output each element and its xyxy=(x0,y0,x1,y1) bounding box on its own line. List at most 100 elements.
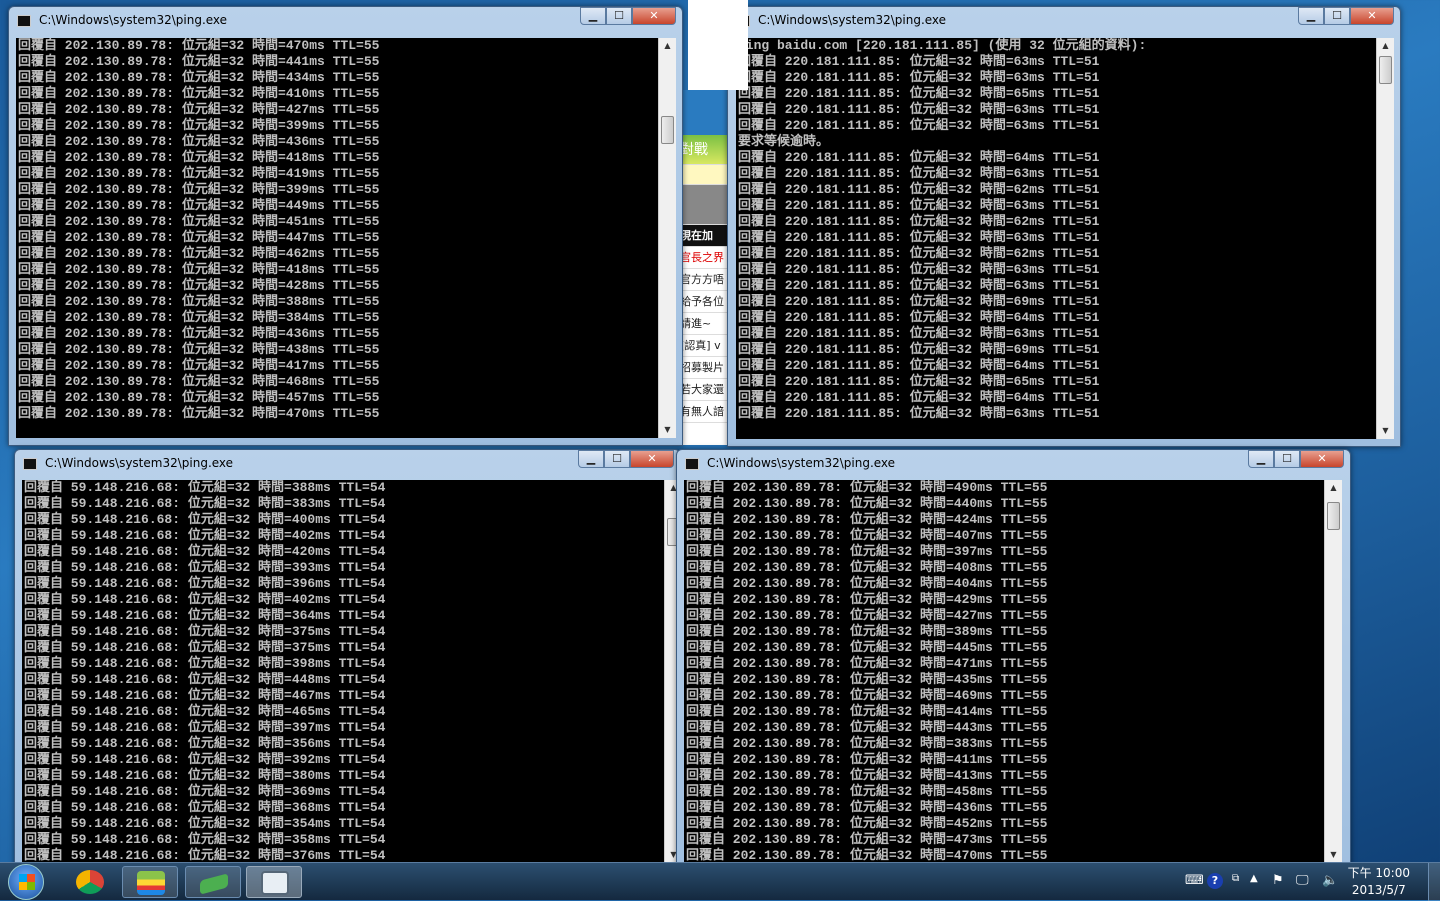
maximize-button[interactable]: ☐ xyxy=(1274,450,1300,468)
console-line: 回覆自 202.130.89.78: 位元組=32 時間=418ms TTL=5… xyxy=(18,150,380,165)
minimize-button[interactable]: ▁ xyxy=(1248,450,1274,468)
webpage-link[interactable]: 請進~ xyxy=(680,313,728,335)
console-line: 回覆自 59.148.216.68: 位元組=32 時間=364ms TTL=5… xyxy=(24,608,386,623)
console-line: 回覆自 59.148.216.68: 位元組=32 時間=402ms TTL=5… xyxy=(24,528,386,543)
console-line: 回覆自 220.181.111.85: 位元組=32 時間=63ms TTL=5… xyxy=(738,118,1100,133)
minimize-button[interactable]: ▁ xyxy=(580,7,606,25)
webpage-link[interactable]: 官長之界 xyxy=(680,247,728,269)
network-card-icon xyxy=(200,873,228,895)
console-line: 回覆自 59.148.216.68: 位元組=32 時間=369ms TTL=5… xyxy=(24,784,386,799)
console-line: 回覆自 220.181.111.85: 位元組=32 時間=63ms TTL=5… xyxy=(738,54,1100,69)
console-line: 回覆自 59.148.216.68: 位元組=32 時間=375ms TTL=5… xyxy=(24,624,386,639)
webpage-link[interactable]: 官方方唔 xyxy=(680,269,728,291)
bluestacks-icon xyxy=(137,871,165,895)
minimize-button[interactable]: ▁ xyxy=(578,450,604,468)
console-line: 回覆自 202.130.89.78: 位元組=32 時間=388ms TTL=5… xyxy=(18,294,380,309)
console-line: 回覆自 220.181.111.85: 位元組=32 時間=62ms TTL=5… xyxy=(738,246,1100,261)
taskbar-network-adapter[interactable] xyxy=(185,866,241,898)
scroll-down-arrow-icon[interactable]: ▼ xyxy=(1377,423,1394,439)
console-output[interactable]: 回覆自 202.130.89.78: 位元組=32 時間=470ms TTL=5… xyxy=(16,38,658,438)
taskbar: ⌨ ? ⧉ ▲ ⚑ 🖵 🔈 下午 10:00 2013/5/7 xyxy=(0,862,1440,901)
close-button[interactable]: ✕ xyxy=(632,7,676,25)
show-hidden-icons-icon[interactable]: ▲ xyxy=(1250,873,1258,884)
console-output[interactable]: 回覆自 202.130.89.78: 位元組=32 時間=490ms TTL=5… xyxy=(684,480,1324,863)
keyboard-icon[interactable]: ⌨ xyxy=(1185,873,1204,888)
scrollbar-thumb[interactable] xyxy=(661,116,674,144)
close-button[interactable]: ✕ xyxy=(1300,450,1344,468)
show-desktop-button[interactable] xyxy=(1428,863,1440,901)
console-line: 回覆自 59.148.216.68: 位元組=32 時間=397ms TTL=5… xyxy=(24,720,386,735)
volume-icon[interactable]: 🔈 xyxy=(1322,873,1338,888)
console-line: 要求等候逾時。 xyxy=(738,134,830,149)
action-center-flag-icon[interactable]: ⚑ xyxy=(1272,873,1284,888)
window-app-icon xyxy=(261,871,289,895)
language-bar-icon[interactable]: ⧉ xyxy=(1232,873,1239,884)
console-line: 回覆自 202.130.89.78: 位元組=32 時間=436ms TTL=5… xyxy=(18,326,380,341)
window-title: C:\Windows\system32\ping.exe xyxy=(45,456,234,470)
maximize-button[interactable]: ☐ xyxy=(604,450,630,468)
scrollbar-thumb[interactable] xyxy=(1379,56,1392,84)
console-output[interactable]: Ping baidu.com [220.181.111.85] (使用 32 位… xyxy=(736,38,1376,439)
scroll-up-arrow-icon[interactable]: ▲ xyxy=(659,38,676,54)
webpage-link[interactable]: [認真] v xyxy=(680,335,728,357)
console-line: 回覆自 202.130.89.78: 位元組=32 時間=413ms TTL=5… xyxy=(686,768,1048,783)
console-line: 回覆自 202.130.89.78: 位元組=32 時間=436ms TTL=5… xyxy=(686,800,1048,815)
chrome-icon xyxy=(76,870,104,894)
console-line: 回覆自 202.130.89.78: 位元組=32 時間=436ms TTL=5… xyxy=(18,134,380,149)
console-line: 回覆自 220.181.111.85: 位元組=32 時間=63ms TTL=5… xyxy=(738,406,1100,421)
taskbar-bluestacks[interactable] xyxy=(122,866,178,898)
console-line: 回覆自 202.130.89.78: 位元組=32 時間=410ms TTL=5… xyxy=(18,86,380,101)
taskbar-window-app[interactable] xyxy=(246,866,302,898)
vertical-scrollbar[interactable]: ▲ ▼ xyxy=(1324,480,1342,863)
console-line: 回覆自 59.148.216.68: 位元組=32 時間=400ms TTL=5… xyxy=(24,512,386,527)
console-line: 回覆自 202.130.89.78: 位元組=32 時間=470ms TTL=5… xyxy=(686,848,1048,863)
console-line: 回覆自 220.181.111.85: 位元組=32 時間=63ms TTL=5… xyxy=(738,230,1100,245)
console-line: 回覆自 202.130.89.78: 位元組=32 時間=468ms TTL=5… xyxy=(18,374,380,389)
help-icon[interactable]: ? xyxy=(1207,873,1223,889)
close-button[interactable]: ✕ xyxy=(1350,7,1394,25)
start-button[interactable] xyxy=(8,864,44,900)
console-output[interactable]: 回覆自 59.148.216.68: 位元組=32 時間=388ms TTL=5… xyxy=(22,480,664,863)
console-line: 回覆自 202.130.89.78: 位元組=32 時間=469ms TTL=5… xyxy=(686,688,1048,703)
window-title: C:\Windows\system32\ping.exe xyxy=(707,456,896,470)
network-icon[interactable]: 🖵 xyxy=(1296,873,1309,888)
scroll-down-arrow-icon[interactable]: ▼ xyxy=(1325,847,1342,863)
scrollbar-thumb[interactable] xyxy=(1327,502,1340,530)
console-line: 回覆自 59.148.216.68: 位元組=32 時間=376ms TTL=5… xyxy=(24,848,386,863)
console-line: 回覆自 202.130.89.78: 位元組=32 時間=427ms TTL=5… xyxy=(18,102,380,117)
minimize-button[interactable]: ▁ xyxy=(1298,7,1324,25)
maximize-button[interactable]: ☐ xyxy=(606,7,632,25)
taskbar-chrome[interactable] xyxy=(62,866,118,898)
console-icon xyxy=(23,458,37,470)
webpage-link[interactable]: 若大家還 xyxy=(680,379,728,401)
console-line: 回覆自 220.181.111.85: 位元組=32 時間=65ms TTL=5… xyxy=(738,374,1100,389)
console-icon xyxy=(685,458,699,470)
console-line: 回覆自 220.181.111.85: 位元組=32 時間=63ms TTL=5… xyxy=(738,326,1100,341)
scroll-down-arrow-icon[interactable]: ▼ xyxy=(659,422,676,438)
webpage-link[interactable]: 有無人諳 xyxy=(680,401,728,423)
webpage-link[interactable]: 招募製片 xyxy=(680,357,728,379)
vertical-scrollbar[interactable]: ▲ ▼ xyxy=(658,38,676,438)
console-line: 回覆自 202.130.89.78: 位元組=32 時間=419ms TTL=5… xyxy=(18,166,380,181)
console-line: 回覆自 202.130.89.78: 位元組=32 時間=407ms TTL=5… xyxy=(686,528,1048,543)
webpage-link[interactable]: 給予各位 xyxy=(680,291,728,313)
console-line: 回覆自 59.148.216.68: 位元組=32 時間=383ms TTL=5… xyxy=(24,496,386,511)
clock[interactable]: 下午 10:00 2013/5/7 xyxy=(1348,865,1410,899)
title-bar[interactable]: C:\Windows\system32\ping.exe ▁ ☐ ✕ xyxy=(15,450,680,480)
maximize-button[interactable]: ☐ xyxy=(1324,7,1350,25)
scroll-up-arrow-icon[interactable]: ▲ xyxy=(1377,38,1394,54)
console-line: 回覆自 202.130.89.78: 位元組=32 時間=470ms TTL=5… xyxy=(18,406,380,421)
console-line: 回覆自 59.148.216.68: 位元組=32 時間=368ms TTL=5… xyxy=(24,800,386,815)
title-bar[interactable]: C:\Windows\system32\ping.exe ▁ ☐ ✕ xyxy=(728,7,1400,37)
scroll-up-arrow-icon[interactable]: ▲ xyxy=(1325,480,1342,496)
vertical-scrollbar[interactable]: ▲ ▼ xyxy=(1376,38,1394,439)
webpage-text: 對戰 xyxy=(680,135,728,165)
console-line: 回覆自 59.148.216.68: 位元組=32 時間=388ms TTL=5… xyxy=(24,480,386,495)
title-bar[interactable]: C:\Windows\system32\ping.exe ▁ ☐ ✕ xyxy=(9,7,682,37)
close-button[interactable]: ✕ xyxy=(630,450,674,468)
ping-console-window: C:\Windows\system32\ping.exe ▁ ☐ ✕ 回覆自 202… xyxy=(8,6,683,446)
background-webpage: 對戰 現在加 官長之界 官方方唔 給予各位 請進~ [認真] v 招募製片 若大… xyxy=(680,90,728,445)
ping-console-window: C:\Windows\system32\ping.exe ▁ ☐ ✕ Ping ba… xyxy=(727,6,1401,447)
title-bar[interactable]: C:\Windows\system32\ping.exe ▁ ☐ ✕ xyxy=(677,450,1350,480)
webpage-text: 現在加 xyxy=(680,225,728,247)
